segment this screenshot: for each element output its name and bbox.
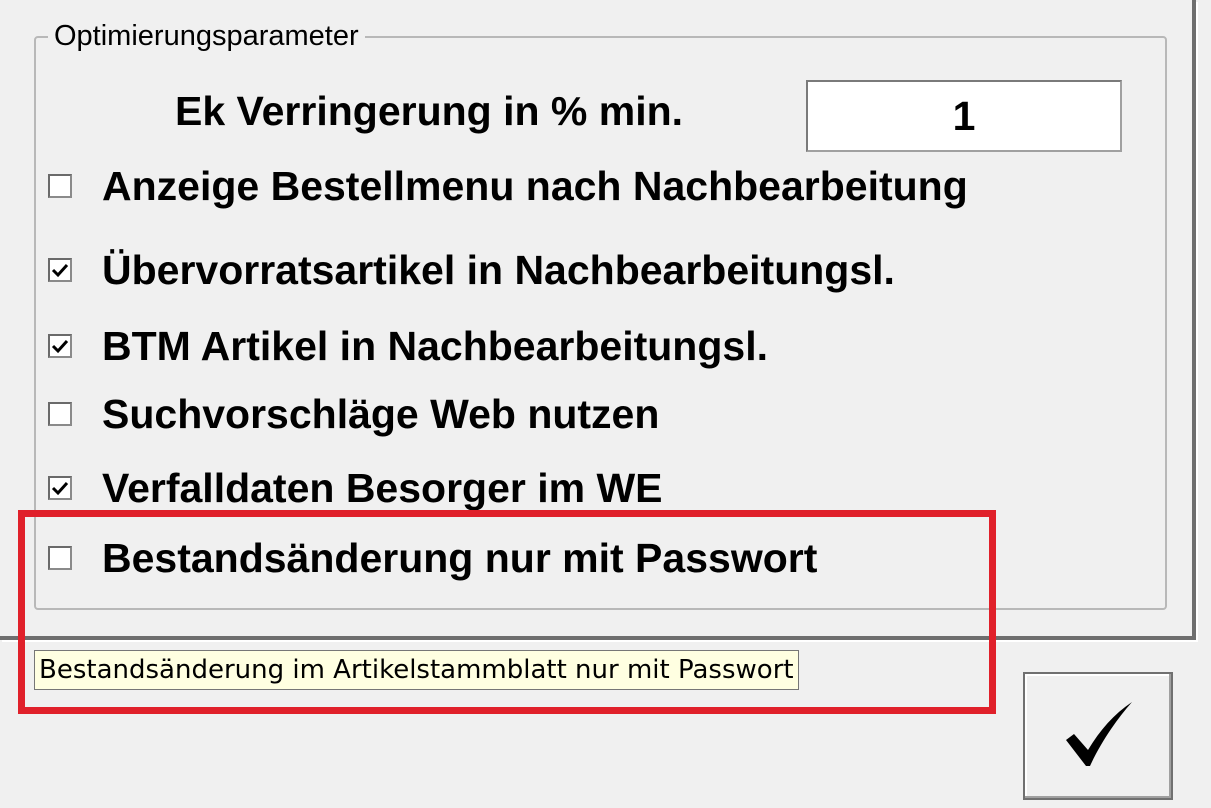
option-verfalldaten[interactable]: Verfalldaten Besorger im WE	[48, 460, 663, 516]
checkbox-bestandsaenderung[interactable]	[48, 546, 72, 570]
checkmark-icon	[1066, 702, 1132, 766]
check-icon	[51, 263, 69, 278]
option-bestandsaenderung[interactable]: Bestandsänderung nur mit Passwort	[48, 530, 817, 586]
groupbox-title: Optimierungsparameter	[48, 18, 365, 54]
option-anzeige-bestellmenu[interactable]: Anzeige Bestellmenu nach Nachbearbeitung	[48, 158, 968, 214]
check-icon	[51, 339, 69, 354]
option-label: BTM Artikel in Nachbearbeitungsl.	[102, 323, 768, 369]
tooltip: Bestandsänderung im Artikelstammblatt nu…	[34, 650, 799, 690]
checkbox-verfalldaten[interactable]	[48, 476, 72, 500]
checkbox-anzeige-bestellmenu[interactable]	[48, 174, 72, 198]
option-label: Bestandsänderung nur mit Passwort	[102, 535, 818, 581]
checkbox-uebervorratsartikel[interactable]	[48, 258, 72, 282]
ek-reduction-input[interactable]	[806, 80, 1122, 152]
checkbox-suchvorschlaege[interactable]	[48, 402, 72, 426]
checkbox-btm-artikel[interactable]	[48, 334, 72, 358]
option-label: Übervorratsartikel in Nachbearbeitungsl.	[102, 247, 895, 293]
check-icon	[51, 481, 69, 496]
ek-reduction-label: Ek Verringerung in % min.	[175, 88, 684, 134]
option-label: Suchvorschläge Web nutzen	[102, 391, 660, 437]
ok-button[interactable]	[1023, 672, 1173, 800]
option-uebervorratsartikel[interactable]: Übervorratsartikel in Nachbearbeitungsl.	[48, 242, 895, 298]
option-btm-artikel[interactable]: BTM Artikel in Nachbearbeitungsl.	[48, 318, 768, 374]
option-label: Anzeige Bestellmenu nach Nachbearbeitung	[102, 163, 968, 209]
option-label: Verfalldaten Besorger im WE	[102, 465, 663, 511]
option-suchvorschlaege[interactable]: Suchvorschläge Web nutzen	[48, 386, 659, 442]
